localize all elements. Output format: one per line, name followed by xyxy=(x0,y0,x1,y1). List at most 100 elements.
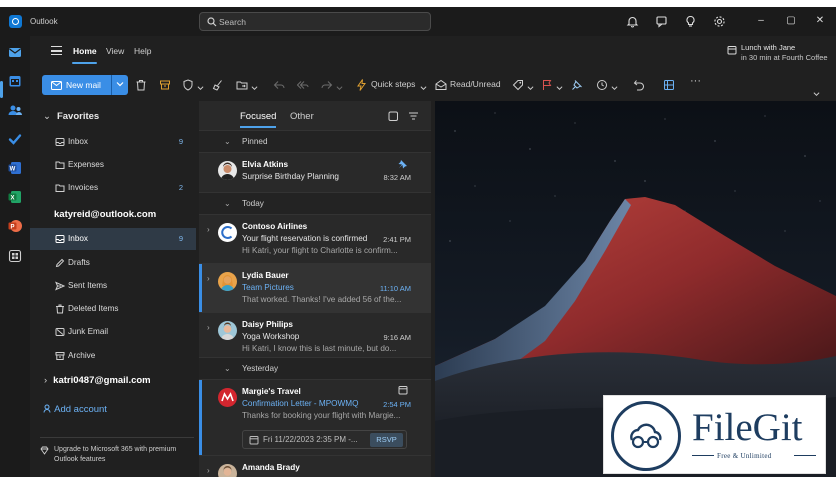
close-button[interactable]: ✕ xyxy=(811,13,829,29)
group-chevron-icon: ⌄ xyxy=(224,137,231,146)
group-chevron-icon: ⌄ xyxy=(224,199,231,208)
calendar-icon[interactable] xyxy=(7,73,23,89)
reply-icon[interactable] xyxy=(273,79,285,91)
read-envelope-icon xyxy=(435,79,447,90)
search-input[interactable] xyxy=(219,15,419,29)
group-header-pinned[interactable]: ⌄ Pinned xyxy=(199,130,431,152)
outlook-logo-icon xyxy=(9,15,22,28)
people-icon[interactable] xyxy=(7,102,23,118)
inbox-icon xyxy=(55,138,65,146)
word-icon[interactable]: W xyxy=(7,160,23,176)
expand-thread-chevron-icon[interactable]: › xyxy=(207,225,210,234)
immersive-reader-icon[interactable] xyxy=(663,79,675,91)
message-item[interactable]: Margie's Travel Confirmation Letter - MP… xyxy=(199,379,431,455)
split-divider xyxy=(111,75,112,95)
pinned-icon[interactable] xyxy=(398,159,408,169)
message-item[interactable]: › Daisy Philips Yoga Workshop 9:16 AM Hi… xyxy=(199,312,431,361)
undo-icon[interactable] xyxy=(633,79,645,91)
favorite-invoices[interactable]: Invoices 2 xyxy=(30,177,196,199)
snooze-chevron-down-icon[interactable] xyxy=(611,82,618,94)
move-folder-icon[interactable] xyxy=(236,79,248,91)
expand-thread-chevron-icon[interactable]: › xyxy=(207,323,210,332)
select-checkbox-icon[interactable] xyxy=(388,111,399,122)
todo-check-icon[interactable] xyxy=(7,131,23,147)
minimize-button[interactable]: – xyxy=(752,13,770,29)
ribbon-expand-chevron-down-icon[interactable] xyxy=(813,88,820,100)
tab-help[interactable]: Help xyxy=(134,46,151,56)
filegit-watermark: FileGit Free & Unlimited xyxy=(603,395,826,474)
svg-text:P: P xyxy=(10,224,14,230)
message-item[interactable]: Elvia Atkins Surprise Birthday Planning … xyxy=(199,152,431,192)
message-subject: Yoga Workshop xyxy=(242,332,300,341)
flag-icon[interactable] xyxy=(541,79,553,91)
quick-steps-label: Quick steps xyxy=(371,79,416,89)
tab-home[interactable]: Home xyxy=(73,46,97,56)
account-header-outlook[interactable]: katyreid@outlook.com xyxy=(54,209,156,220)
folder-drafts[interactable]: Drafts xyxy=(30,252,196,274)
folder-deleted-items[interactable]: Deleted Items xyxy=(30,298,196,320)
maximize-button[interactable]: ▢ xyxy=(782,13,800,29)
flag-chevron-down-icon[interactable] xyxy=(556,82,563,94)
tag-icon[interactable] xyxy=(512,79,524,91)
tagline-rule-right xyxy=(794,455,816,456)
bell-icon[interactable] xyxy=(626,15,639,28)
app-title: Outlook xyxy=(30,17,58,26)
folder-icon xyxy=(55,184,65,192)
tab-other[interactable]: Other xyxy=(290,111,314,122)
hamburger-menu-icon[interactable] xyxy=(51,46,62,55)
add-account-link[interactable]: Add account xyxy=(43,404,107,415)
sweep-broom-icon[interactable] xyxy=(212,79,224,91)
favorite-inbox[interactable]: Inbox 9 xyxy=(30,131,196,153)
tag-chevron-down-icon[interactable] xyxy=(527,82,534,94)
snooze-clock-icon[interactable] xyxy=(596,79,608,91)
tab-focused[interactable]: Focused xyxy=(240,111,276,122)
folder-inbox[interactable]: Inbox 9 xyxy=(30,228,196,250)
upgrade-banner[interactable]: Upgrade to Microsoft 365 with premium Ou… xyxy=(40,445,184,464)
new-mail-button[interactable]: New mail xyxy=(42,75,128,95)
expand-thread-chevron-icon[interactable]: › xyxy=(207,274,210,283)
lightbulb-icon[interactable] xyxy=(684,15,697,28)
new-mail-chevron-down-icon[interactable] xyxy=(116,80,124,88)
unread-count: 9 xyxy=(178,137,183,146)
message-item[interactable]: › Amanda Brady xyxy=(199,455,431,477)
message-item[interactable]: › Contoso Airlines Your flight reservati… xyxy=(199,214,431,263)
move-chevron-down-icon[interactable] xyxy=(251,82,258,94)
junk-icon xyxy=(55,328,65,336)
delete-trash-icon[interactable] xyxy=(135,79,147,91)
quick-steps-chevron-down-icon[interactable] xyxy=(420,82,427,94)
feedback-icon[interactable] xyxy=(655,15,668,28)
message-item-selected[interactable]: › Lydia Bauer Team Pictures 11:10 AM Tha… xyxy=(199,263,431,312)
expand-thread-chevron-icon[interactable]: › xyxy=(207,466,210,475)
filter-icon[interactable] xyxy=(408,111,419,122)
avatar xyxy=(218,321,237,340)
rsvp-button[interactable]: RSVP xyxy=(370,433,403,447)
report-chevron-down-icon[interactable] xyxy=(197,82,204,94)
favorites-header[interactable]: ⌄ Favorites xyxy=(43,111,99,122)
report-shield-icon[interactable] xyxy=(182,79,194,91)
group-header-yesterday[interactable]: ⌄ Yesterday xyxy=(199,357,431,379)
forward-icon[interactable] xyxy=(321,79,333,91)
mail-icon[interactable] xyxy=(7,44,23,60)
folder-sent-items[interactable]: Sent Items xyxy=(30,275,196,297)
quick-steps-button[interactable]: Quick steps xyxy=(356,79,426,91)
folder-icon xyxy=(55,161,65,169)
archive-icon[interactable] xyxy=(159,79,171,91)
forward-chevron-down-icon[interactable] xyxy=(336,82,343,94)
settings-gear-icon[interactable] xyxy=(713,15,726,28)
folder-junk-email[interactable]: Junk Email xyxy=(30,321,196,343)
powerpoint-icon[interactable]: P xyxy=(7,218,23,234)
more-options-icon[interactable]: ··· xyxy=(690,75,701,87)
reply-all-icon[interactable] xyxy=(297,79,309,91)
favorite-expenses[interactable]: Expenses xyxy=(30,154,196,176)
account-header-gmail[interactable]: › katri0487@gmail.com xyxy=(44,375,151,386)
excel-icon[interactable]: X xyxy=(7,189,23,205)
more-apps-icon[interactable] xyxy=(7,248,23,264)
account-gmail-label: katri0487@gmail.com xyxy=(53,375,151,386)
folder-divider xyxy=(40,437,194,438)
folder-archive[interactable]: Archive xyxy=(30,345,196,367)
pin-icon[interactable] xyxy=(571,79,583,91)
tab-view[interactable]: View xyxy=(106,46,124,56)
search-box[interactable] xyxy=(199,12,431,31)
read-unread-button[interactable]: Read/Unread xyxy=(435,79,510,91)
group-header-today[interactable]: ⌄ Today xyxy=(199,192,431,214)
